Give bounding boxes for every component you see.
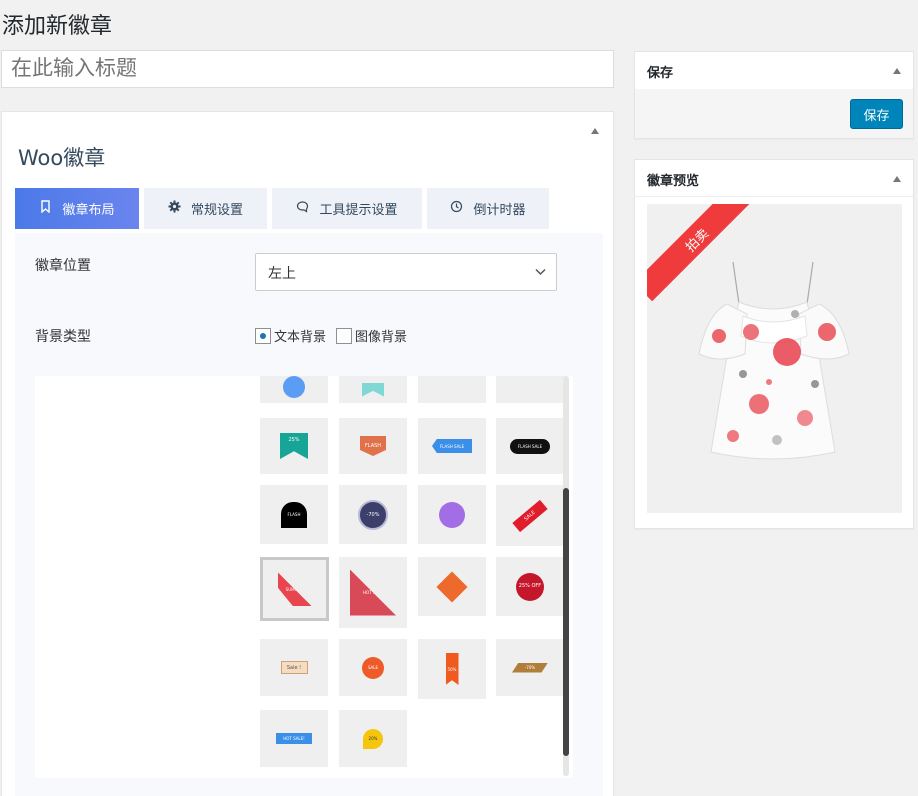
image-bg-radio[interactable]: [336, 327, 353, 344]
badge-text: [439, 501, 465, 528]
badge-text: -70%: [358, 499, 388, 530]
collapse-toggle-icon[interactable]: [893, 176, 901, 182]
badge-text: Sale !: [280, 661, 308, 674]
badge-option[interactable]: FLASH: [339, 418, 407, 474]
badge-text: FLASH: [281, 501, 307, 528]
badge-grid-scrollbar[interactable]: [563, 376, 569, 776]
bookmark-icon: [39, 200, 52, 217]
badge-option[interactable]: -70%: [339, 485, 407, 544]
collapse-toggle-icon[interactable]: [893, 68, 901, 74]
tab-label: 倒计时器: [473, 203, 526, 218]
settings-tabs: 徽章布局 常规设置 工具提示设置 倒计时器: [15, 188, 549, 229]
metabox-heading: Woo徽章: [18, 146, 106, 170]
tab-label: 徽章布局: [62, 203, 115, 218]
badge-text: FLASH SALE: [432, 439, 472, 453]
badge-option[interactable]: [418, 557, 486, 616]
badge-text: HOT SALE!: [276, 733, 312, 744]
badge-option[interactable]: [260, 376, 328, 403]
badge-option[interactable]: [496, 376, 564, 403]
badge-layout-panel: 徽章位置 左上 背景类型 文本背景 图像背景 25% FLASH FLASH S…: [15, 233, 603, 796]
bg-type-options: 文本背景 图像背景: [255, 326, 417, 345]
badge-option[interactable]: SALE: [339, 639, 407, 696]
badge-option[interactable]: FLASH: [260, 485, 328, 544]
save-metabox: 保存 保存: [634, 51, 914, 139]
text-bg-label: 文本背景: [274, 330, 327, 345]
save-button[interactable]: 保存: [850, 99, 903, 129]
tab-countdown-timer[interactable]: 倒计时器: [427, 188, 549, 229]
woo-badge-metabox: Woo徽章 徽章布局 常规设置 工具提示设置 倒计时器 徽章位置 左上 背景类型…: [1, 111, 614, 796]
save-box-title: 保存: [647, 66, 674, 81]
product-preview-image: 拍卖: [647, 204, 902, 513]
image-bg-label: 图像背景: [355, 330, 408, 345]
clock-icon: [450, 200, 463, 217]
tab-tooltip-settings[interactable]: 工具提示设置: [272, 188, 422, 229]
badge-text: 20%: [363, 728, 383, 749]
speech-bubble-icon: [296, 200, 309, 217]
badge-text: -70%: [512, 662, 548, 673]
badge-text: FLASH SALE: [510, 438, 550, 454]
position-label: 徽章位置: [35, 258, 91, 274]
badge-text: SALE: [512, 499, 548, 532]
bg-type-label: 背景类型: [35, 329, 91, 345]
scrollbar-thumb[interactable]: [563, 488, 569, 756]
badge-style-grid: 25% FLASH FLASH SALE FLASH SALE FLASH -7…: [35, 376, 573, 778]
badge-option[interactable]: SALE: [496, 485, 564, 546]
title-input[interactable]: [1, 50, 614, 88]
badge-text: FLASH: [360, 436, 386, 456]
badge-option[interactable]: -70%: [496, 639, 564, 696]
badge-text: [436, 570, 468, 603]
badge-option[interactable]: 50%: [418, 639, 486, 699]
badge-option[interactable]: HOT SALE!: [260, 710, 328, 767]
tab-general-settings[interactable]: 常规设置: [144, 188, 267, 229]
badge-option[interactable]: [418, 485, 486, 544]
position-select-value: 左上: [268, 266, 296, 282]
badge-text: 50%: [445, 653, 459, 685]
badge-option[interactable]: HOT SALE: [339, 557, 407, 628]
badge-option[interactable]: [418, 376, 486, 403]
tab-label: 工具提示设置: [319, 203, 398, 218]
badge-option[interactable]: [339, 376, 407, 403]
tab-badge-layout[interactable]: 徽章布局: [15, 188, 139, 229]
preview-box-title: 徽章预览: [647, 174, 700, 189]
save-box-body: 保存: [635, 89, 913, 138]
text-bg-radio[interactable]: [255, 327, 271, 344]
position-select[interactable]: 左上: [255, 253, 557, 291]
badge-option[interactable]: 25% OFF: [496, 557, 564, 616]
badge-text: 25%: [280, 433, 308, 459]
tab-label: 常规设置: [190, 203, 243, 218]
badge-option[interactable]: Sale !: [260, 639, 328, 696]
badge-preview-metabox: 徽章预览 拍卖: [634, 159, 914, 529]
badge-text: SALE: [362, 656, 384, 679]
collapse-toggle-icon[interactable]: [591, 128, 599, 134]
badge-text: HOT SALE: [350, 569, 396, 616]
badge-option[interactable]: 25%: [260, 418, 328, 474]
gear-icon: [168, 200, 181, 217]
badge-option-selected[interactable]: SUMMER: [260, 557, 329, 621]
badge-option[interactable]: FLASH SALE: [418, 418, 486, 474]
page-title: 添加新徽章: [2, 14, 113, 39]
badge-option[interactable]: FLASH SALE: [496, 418, 564, 474]
badge-option[interactable]: 20%: [339, 710, 407, 767]
badge-text: 25% OFF: [516, 572, 544, 601]
badge-text: SUMMER: [277, 572, 312, 606]
